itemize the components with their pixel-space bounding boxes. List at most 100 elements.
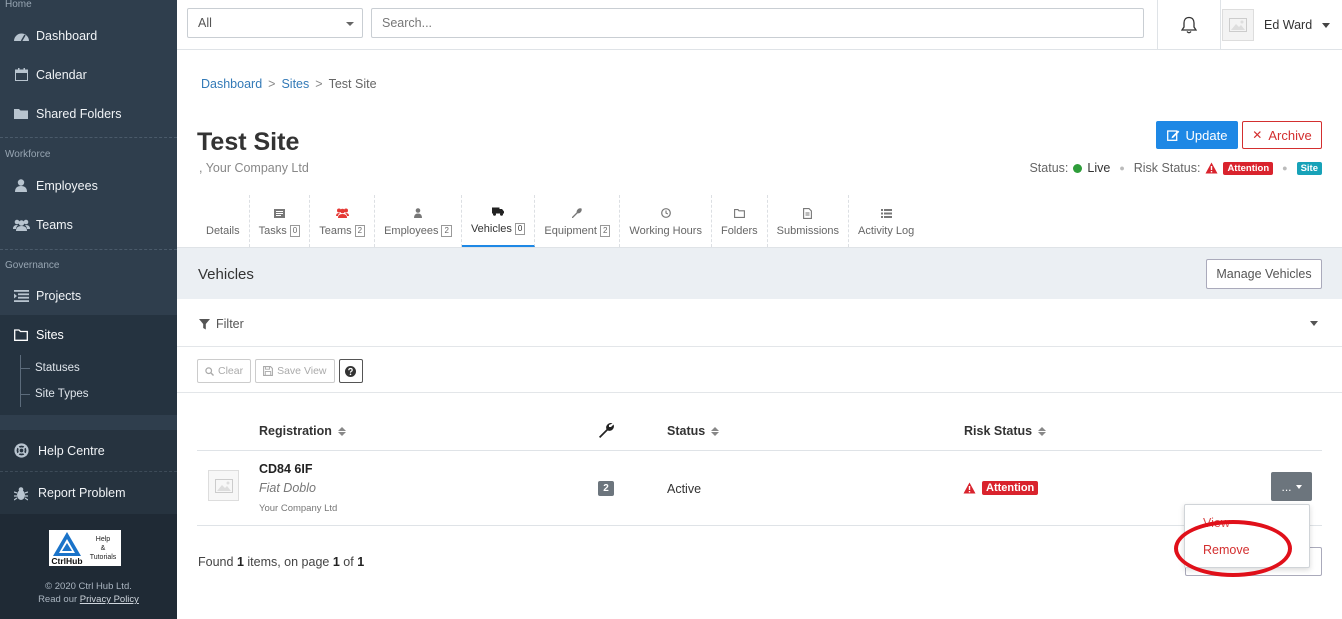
main-content: Dashboard > Sites > Test Site Test Site , Yo… <box>177 51 1342 619</box>
dashboard-icon <box>12 29 30 43</box>
tab-equipment[interactable]: Equipment 2 <box>535 195 621 247</box>
tab-working-hours[interactable]: Working Hours <box>620 195 712 247</box>
notifications-button[interactable] <box>1157 0 1221 50</box>
column-header-label: Status <box>667 424 706 438</box>
filter-bar[interactable]: Filter <box>177 299 1342 347</box>
tab-label: Activity Log <box>858 225 915 237</box>
archive-button[interactable]: ✕ Archive <box>1242 121 1322 149</box>
sidebar-item-teams[interactable]: Teams <box>0 205 177 244</box>
tab-activity-log[interactable]: Activity Log <box>849 195 923 247</box>
vehicle-registration[interactable]: CD84 6IF <box>259 462 313 476</box>
tab-label: Tasks <box>258 225 287 237</box>
sidebar-group-sites: Sites Statuses Site Types <box>0 315 177 415</box>
search-input[interactable]: Search... <box>371 8 1144 38</box>
sidebar-section-governance: Governance <box>5 260 60 271</box>
breadcrumb: Dashboard > Sites > Test Site <box>201 77 377 91</box>
truck-icon <box>492 204 505 218</box>
clock-icon <box>660 206 671 220</box>
status-value: Live <box>1087 161 1111 175</box>
tab-folders[interactable]: Folders <box>712 195 768 247</box>
clear-label: Clear <box>218 365 244 377</box>
logo-side-line: Help <box>95 535 111 543</box>
caret-down-icon <box>1322 22 1331 28</box>
wrench-icon <box>572 206 583 220</box>
risk-status-badge: Attention <box>1223 161 1274 175</box>
sidebar-subitem-site-types[interactable]: Site Types <box>0 381 177 407</box>
help-button[interactable] <box>338 359 363 383</box>
user-menu[interactable]: Ed Ward <box>1222 0 1342 50</box>
bullet-separator: ● <box>1282 163 1288 173</box>
user-icon <box>12 179 30 193</box>
tab-label: Working Hours <box>629 225 702 237</box>
tab-details[interactable]: Details <box>197 195 250 247</box>
breadcrumb-separator: > <box>315 77 323 91</box>
risk-status-label: Risk Status: <box>1133 161 1201 175</box>
sidebar-subitem-statuses[interactable]: Statuses <box>0 355 177 381</box>
update-button[interactable]: Update <box>1156 121 1238 149</box>
search-scope-select[interactable]: All <box>187 8 363 38</box>
sidebar-item-projects[interactable]: Projects <box>0 276 177 315</box>
privacy-line: Read our Privacy Policy <box>0 593 177 606</box>
column-header-risk-status[interactable]: Risk Status <box>964 424 1047 438</box>
sidebar-item-shared-folders[interactable]: Shared Folders <box>0 94 177 133</box>
toolbar-divider <box>177 392 1342 393</box>
logo-side-line: Tutorials <box>89 553 117 561</box>
sidebar-bottom-links: Help Centre Report Problem <box>0 430 177 514</box>
tab-label: Employees <box>384 225 439 237</box>
lifebuoy-icon <box>12 443 30 458</box>
tab-label: Equipment <box>544 225 597 237</box>
tab-teams[interactable]: Teams 2 <box>310 195 376 247</box>
row-actions-button[interactable]: ... <box>1271 472 1312 501</box>
tab-employees[interactable]: Employees 2 <box>375 195 462 247</box>
file-icon <box>803 206 813 220</box>
manage-vehicles-button[interactable]: Manage Vehicles <box>1206 259 1322 289</box>
sidebar-item-dashboard[interactable]: Dashboard <box>0 16 177 55</box>
tab-tasks[interactable]: Tasks 0 <box>250 195 311 247</box>
folder-icon <box>12 107 30 121</box>
sidebar-item-label: Projects <box>36 288 82 303</box>
sidebar-divider <box>0 137 177 138</box>
caret-down-icon[interactable] <box>1310 321 1318 326</box>
ctrlhub-logo[interactable]: CtrlHub Help & Tutorials <box>49 530 121 566</box>
sidebar-item-label: Employees <box>36 178 98 193</box>
filter-toggle[interactable]: Filter <box>199 317 244 331</box>
table-row[interactable]: CD84 6IF Fiat Doblo Your Company Ltd 2 A… <box>197 451 1322 526</box>
archive-label: Archive <box>1268 127 1312 143</box>
tabs: Details Tasks 0 Teams 2 Employees 2 Vehicle… <box>197 195 923 247</box>
caret-down-icon <box>346 22 354 26</box>
user-name: Ed Ward <box>1264 18 1313 32</box>
save-view-button[interactable]: Save View <box>255 359 335 383</box>
vehicle-model: Fiat Doblo <box>259 481 316 495</box>
more-label: ... <box>1281 479 1292 494</box>
vehicle-risk-status: Attention <box>963 481 1039 495</box>
sidebar-item-calendar[interactable]: Calendar <box>0 55 177 94</box>
calendar-icon <box>12 68 30 82</box>
close-icon: ✕ <box>1252 128 1263 142</box>
folder-icon <box>733 206 745 220</box>
tab-count: 2 <box>599 225 611 237</box>
tab-label-wrap: Equipment 2 <box>544 225 611 237</box>
clear-button[interactable]: Clear <box>197 359 252 383</box>
tab-vehicles[interactable]: Vehicles 0 <box>461 195 536 247</box>
vehicle-status: Active <box>667 482 702 496</box>
tab-count: 0 <box>289 225 301 237</box>
list-icon <box>880 206 892 220</box>
copyright-text: © 2020 Ctrl Hub Ltd. <box>45 581 132 592</box>
help-centre-link[interactable]: Help Centre <box>0 430 177 471</box>
sidebar-item-label: Calendar <box>36 67 87 82</box>
help-centre-label: Help Centre <box>38 443 105 458</box>
tab-submissions[interactable]: Submissions <box>768 195 850 247</box>
tab-label-wrap: Employees 2 <box>384 225 452 237</box>
image-placeholder-icon <box>214 478 233 493</box>
risk-badge: Attention <box>982 481 1039 495</box>
column-header-registration[interactable]: Registration <box>259 424 346 438</box>
report-problem-link[interactable]: Report Problem <box>0 472 177 514</box>
privacy-policy-link[interactable]: Privacy Policy <box>80 594 139 605</box>
breadcrumb-sites[interactable]: Sites <box>281 77 309 91</box>
sidebar-subitem-label: Site Types <box>35 388 89 400</box>
breadcrumb-dashboard[interactable]: Dashboard <box>201 77 262 91</box>
items-on-page-text: items, on page <box>247 555 330 569</box>
sidebar-item-sites[interactable]: Sites <box>0 315 177 355</box>
column-header-status[interactable]: Status <box>667 424 720 438</box>
sidebar-item-employees[interactable]: Employees <box>0 166 177 205</box>
